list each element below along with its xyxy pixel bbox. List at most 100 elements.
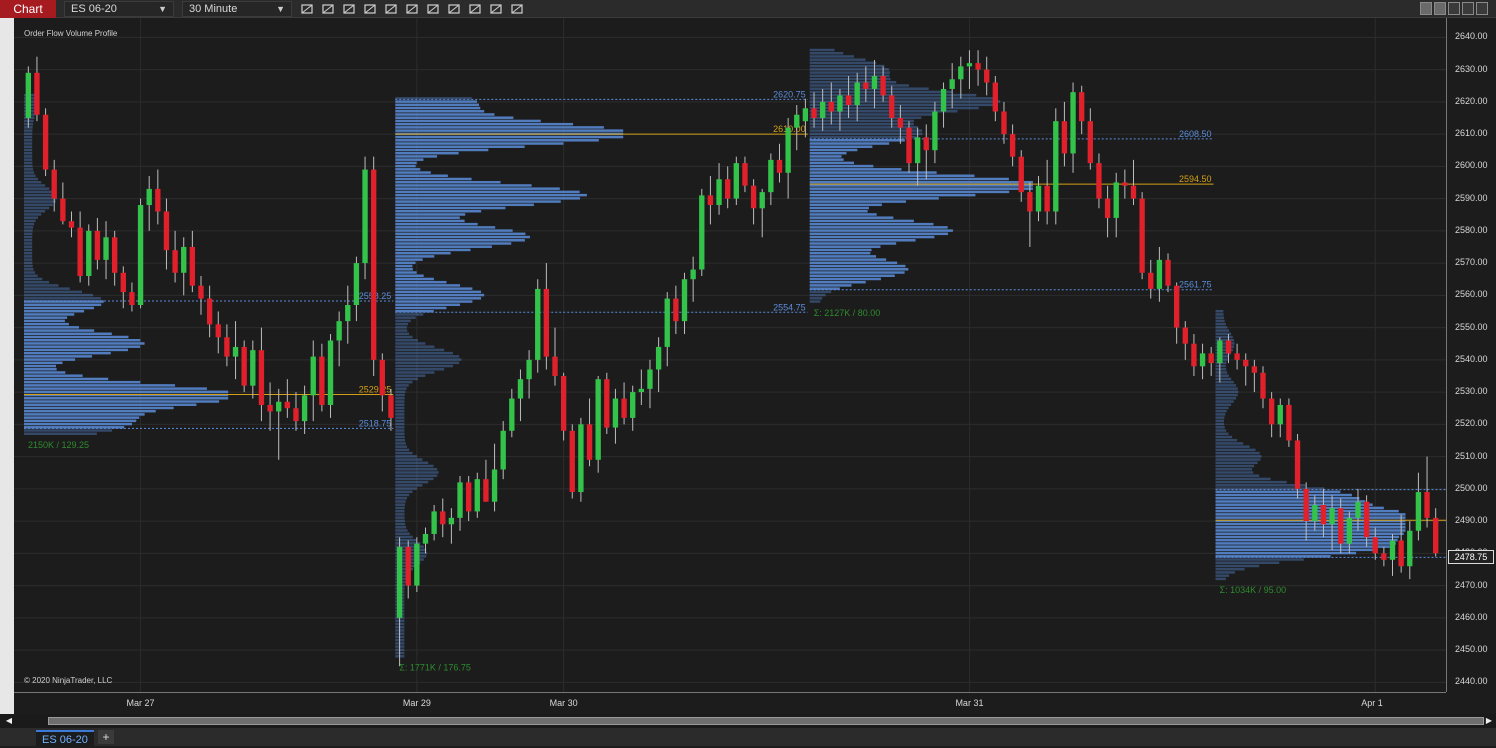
candle [785,117,791,199]
candle [595,375,601,473]
profile-row [395,110,485,113]
profile-row [395,248,471,252]
close-button[interactable] [1476,2,1488,15]
profile-row [809,290,832,294]
profile-row [395,374,426,377]
tile-icon[interactable] [1420,2,1432,15]
profile-row [24,180,42,184]
profile-row [809,55,855,58]
profile-row [24,261,33,265]
price-axis[interactable]: 2440.002450.002460.002470.002480.002490.… [1446,18,1496,692]
profile-row [809,193,976,197]
candle [1148,259,1154,299]
candle [923,124,929,180]
candle-body [457,482,463,518]
scroll-left-icon[interactable]: ◀ [4,716,14,726]
profile-row [395,419,405,423]
profile-row [395,174,448,178]
candle [1433,508,1439,557]
candle-body [1130,185,1137,199]
scroll-thumb[interactable] [48,717,1484,725]
profile-row [1215,435,1233,439]
profile-row [395,497,408,500]
candle-body [267,404,273,412]
candle-body [785,127,791,173]
chevron-down-icon: ▼ [276,4,285,14]
price-chart[interactable]: 2558.252529.252518.752150K / 129.252620.… [14,18,1446,692]
profile-row [395,148,489,152]
chart-panel[interactable]: 2558.252529.252518.752150K / 129.252620.… [14,18,1446,692]
candle-body [932,111,938,151]
candle-body [77,227,83,276]
profile-row [809,251,871,255]
candle [94,217,101,270]
candle-body [155,188,161,212]
price-tick-label: 2560.00 [1455,289,1488,300]
time-axis[interactable]: Mar 27 Mar 29 Mar 30 Mar 31 Apr 1 [14,692,1446,714]
profile-row [395,371,435,374]
candle [258,327,265,422]
templates-icon[interactable] [426,2,440,16]
maximize-button[interactable] [1462,2,1474,15]
indicator-title: Order Flow Volume Profile [24,29,118,38]
profile-row [1215,438,1238,442]
copyright-label: © 2020 NinjaTrader, LLC [24,676,113,685]
candle-body [1156,259,1163,289]
candle-body [768,159,774,193]
candle [327,334,334,418]
chart-menu-button[interactable]: Chart [0,0,56,18]
candle [34,56,40,122]
candle-body [1355,501,1361,518]
candle [1027,182,1033,247]
object-tree-icon[interactable] [510,2,524,16]
minimize-button[interactable] [1448,2,1460,15]
zoom-out-icon[interactable] [363,2,377,16]
profile-row [395,158,424,161]
candle-body [750,185,757,209]
axis-corner [1446,692,1496,714]
profile-row [395,216,460,219]
candle-body [707,195,714,206]
candle-body [1079,92,1085,122]
candle-body [379,359,385,396]
draw-line-icon[interactable] [321,2,335,16]
instrument-selector[interactable]: ES 06-20 ▼ [64,1,174,17]
profile-row [24,258,33,261]
profile-row [1215,461,1258,465]
interval-selector[interactable]: 30 Minute ▼ [182,1,292,17]
candle-body [638,388,645,393]
candle-body [845,95,852,106]
tile-alt-icon[interactable] [1434,2,1446,15]
candle [301,385,308,435]
zoom-in-icon[interactable] [342,2,356,16]
candle [500,421,506,480]
candle-body [681,279,688,322]
candle-body [742,163,748,186]
candle-body [60,198,66,222]
profile-row [24,277,43,281]
tab-es-06-20[interactable]: ES 06-20 [36,730,94,746]
profile-row [395,513,405,516]
candle [371,156,377,376]
profile-row [809,245,881,248]
indicators-icon[interactable] [489,2,503,16]
data-box-icon[interactable] [447,2,461,16]
properties-icon[interactable] [405,2,419,16]
profile-row [1215,458,1261,461]
candle [1079,85,1085,135]
candle [578,417,584,502]
profile-row [395,361,460,365]
profile-row [24,390,229,394]
profile-row [809,216,894,219]
candle-body [509,398,515,431]
profile-row [1215,364,1226,368]
profile-row [24,174,36,178]
pointer-icon[interactable] [384,2,398,16]
horizontal-scrollbar[interactable]: ◀ ▶ [0,714,1496,728]
candle-body [871,76,878,89]
bars-type-icon[interactable] [300,2,314,16]
strategies-icon[interactable] [468,2,482,16]
scroll-right-icon[interactable]: ▶ [1484,716,1494,726]
add-tab-button[interactable]: + [98,730,114,744]
candle [1372,527,1378,560]
